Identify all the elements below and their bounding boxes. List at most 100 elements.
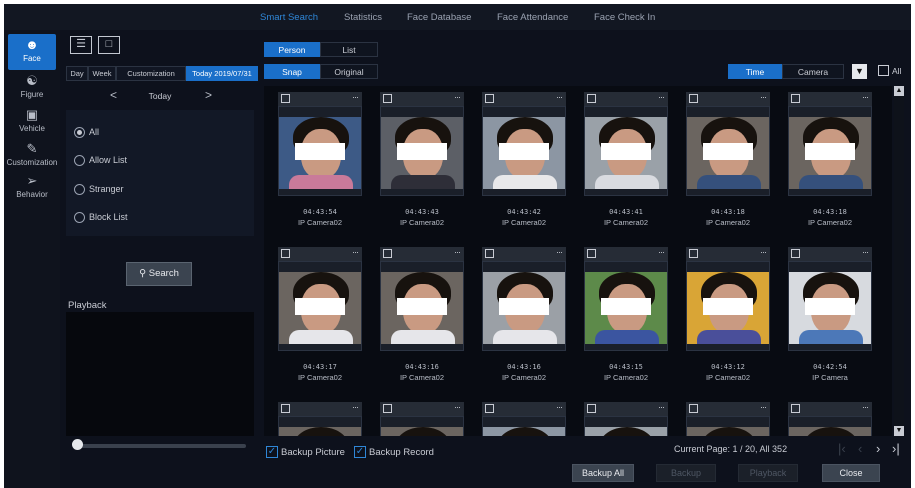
face-snapshot <box>789 427 871 436</box>
scroll-thumb[interactable] <box>895 96 903 346</box>
card-checkbox[interactable] <box>791 404 800 413</box>
playback-progress-handle[interactable] <box>72 439 83 450</box>
date-tab-today[interactable]: Today 2019/07/31 <box>186 66 258 81</box>
card-checkbox[interactable] <box>587 94 596 103</box>
more-icon[interactable]: ··· <box>658 92 665 103</box>
face-snapshot <box>381 117 463 189</box>
mode-tab-person[interactable]: Person <box>264 42 320 57</box>
rail-item-customization[interactable]: ✎ Customization <box>4 138 60 174</box>
snapshot-frame <box>584 416 668 436</box>
card-checkbox[interactable] <box>485 94 494 103</box>
rail-item-face[interactable]: ☻ Face <box>8 34 56 70</box>
card-checkbox[interactable] <box>791 94 800 103</box>
card-checkbox[interactable] <box>383 249 392 258</box>
more-icon[interactable]: ··· <box>352 247 359 258</box>
card-checkbox[interactable] <box>587 404 596 413</box>
face-snapshot <box>381 272 463 344</box>
shirt <box>799 330 863 344</box>
card-checkbox[interactable] <box>281 94 290 103</box>
select-all-checkbox[interactable] <box>878 65 889 76</box>
tab-face-check-in[interactable]: Face Check In <box>594 12 655 23</box>
rail-item-vehicle[interactable]: ▣ Vehicle <box>4 104 60 140</box>
date-tab-customization[interactable]: Customization <box>116 66 186 81</box>
more-icon[interactable]: ··· <box>658 402 665 413</box>
image-tab-snap[interactable]: Snap <box>264 64 320 79</box>
card-checkbox[interactable] <box>587 249 596 258</box>
search-button[interactable]: ⚲ Search <box>126 262 192 286</box>
tab-smart-search[interactable]: Smart Search <box>260 12 318 23</box>
privacy-mask <box>703 298 753 315</box>
date-tab-week[interactable]: Week <box>88 66 116 81</box>
card-checkbox[interactable] <box>791 249 800 258</box>
playback-button[interactable]: Playback <box>738 464 798 482</box>
tab-face-attendance[interactable]: Face Attendance <box>497 12 568 23</box>
image-view-icon[interactable]: □ <box>98 36 120 54</box>
more-icon[interactable]: ··· <box>760 247 767 258</box>
more-icon[interactable]: ··· <box>352 92 359 103</box>
capture-time: 04:43:15 <box>609 363 643 371</box>
more-icon[interactable]: ··· <box>556 92 563 103</box>
scroll-down-icon[interactable]: ▼ <box>894 426 904 436</box>
face-snapshot <box>279 117 361 189</box>
next-day-button[interactable]: > <box>205 88 212 102</box>
more-icon[interactable]: ··· <box>862 92 869 103</box>
more-icon[interactable]: ··· <box>760 92 767 103</box>
card-checkbox[interactable] <box>485 249 494 258</box>
sort-tab-camera[interactable]: Camera <box>782 64 844 79</box>
card-header: ··· <box>380 402 464 416</box>
card-checkbox[interactable] <box>383 94 392 103</box>
more-icon[interactable]: ··· <box>352 402 359 413</box>
sort-tab-time[interactable]: Time <box>728 64 782 79</box>
camera-name: IP Camera02 <box>501 218 547 227</box>
card-checkbox[interactable] <box>281 249 290 258</box>
image-tab-original[interactable]: Original <box>320 64 378 79</box>
customization-icon: ✎ <box>26 141 38 156</box>
playback-progress-track[interactable] <box>74 444 246 448</box>
snapshot-frame <box>686 106 770 196</box>
snapshot-frame <box>380 416 464 436</box>
face-snapshot <box>687 272 769 344</box>
privacy-mask <box>805 298 855 315</box>
first-page-icon[interactable]: |‹ <box>838 441 846 456</box>
card-checkbox[interactable] <box>689 94 698 103</box>
filter-icon[interactable]: ▼ <box>852 64 867 79</box>
tab-statistics[interactable]: Statistics <box>344 12 382 23</box>
prev-day-button[interactable]: < <box>110 88 117 102</box>
figure-icon: ☯ <box>26 73 38 88</box>
face-results-grid: ··· 04:43:54 IP Camera02 ··· 04:43:43 IP… <box>264 86 892 436</box>
radio-label: Block List <box>89 212 128 222</box>
snapshot-frame <box>278 106 362 196</box>
list-view-icon[interactable]: ☰ <box>70 36 92 54</box>
card-checkbox[interactable] <box>689 404 698 413</box>
shirt <box>391 330 455 344</box>
rail-item-figure[interactable]: ☯ Figure <box>4 70 60 106</box>
prev-page-icon[interactable]: ‹ <box>858 441 862 456</box>
rail-item-behavior[interactable]: ➢ Behavior <box>4 170 60 206</box>
date-tab-day[interactable]: Day <box>66 66 88 81</box>
more-icon[interactable]: ··· <box>658 247 665 258</box>
backup-button[interactable]: Backup <box>656 464 716 482</box>
mode-tab-list[interactable]: List <box>320 42 378 57</box>
card-checkbox[interactable] <box>383 404 392 413</box>
results-scrollbar[interactable]: ▲ ▼ <box>894 86 904 436</box>
last-page-icon[interactable]: ›| <box>892 441 900 456</box>
more-icon[interactable]: ··· <box>454 247 461 258</box>
face-snapshot <box>789 117 871 189</box>
more-icon[interactable]: ··· <box>556 402 563 413</box>
more-icon[interactable]: ··· <box>454 92 461 103</box>
tab-face-database[interactable]: Face Database <box>407 12 471 23</box>
more-icon[interactable]: ··· <box>760 402 767 413</box>
backup-all-button[interactable]: Backup All <box>572 464 634 482</box>
card-checkbox[interactable] <box>281 404 290 413</box>
close-button[interactable]: Close <box>822 464 880 482</box>
card-header: ··· <box>482 247 566 261</box>
capture-time: 04:43:16 <box>507 363 541 371</box>
scroll-up-icon[interactable]: ▲ <box>894 86 904 96</box>
card-checkbox[interactable] <box>485 404 494 413</box>
card-checkbox[interactable] <box>689 249 698 258</box>
more-icon[interactable]: ··· <box>862 247 869 258</box>
more-icon[interactable]: ··· <box>556 247 563 258</box>
more-icon[interactable]: ··· <box>454 402 461 413</box>
next-page-icon[interactable]: › <box>876 441 880 456</box>
more-icon[interactable]: ··· <box>862 402 869 413</box>
